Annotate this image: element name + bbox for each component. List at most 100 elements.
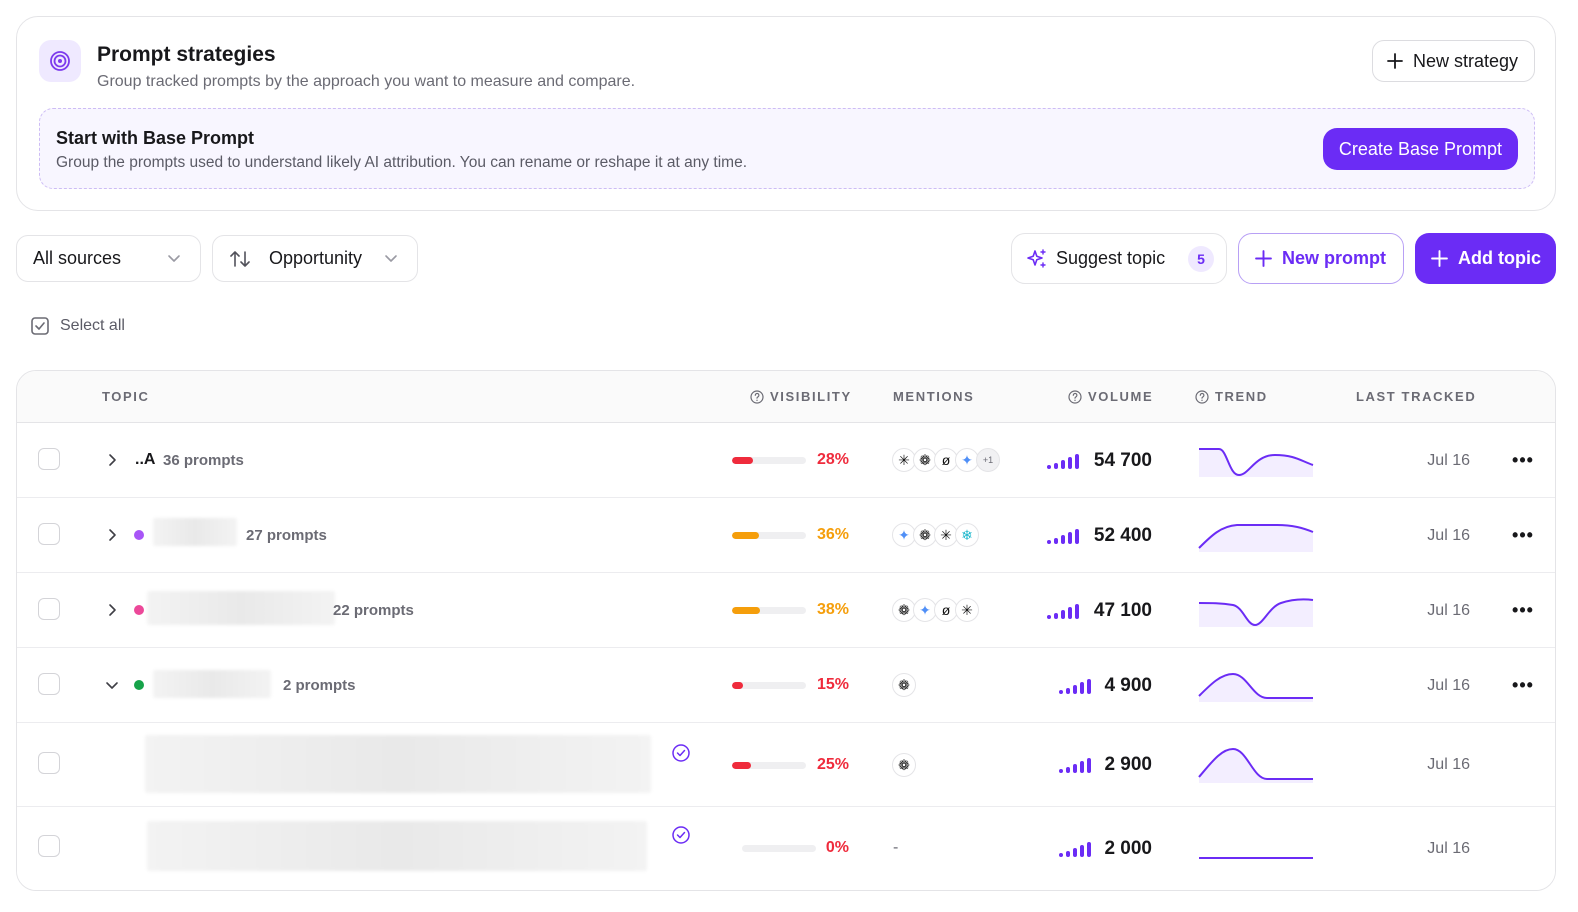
visibility-percent: 38%: [816, 601, 849, 618]
column-header-visibility[interactable]: VISIBILITY: [750, 389, 852, 404]
column-label: MENTIONS: [893, 389, 975, 404]
add-topic-button[interactable]: Add topic: [1415, 233, 1556, 284]
select-all-label: Select all: [60, 317, 125, 334]
visibility-bar: [742, 845, 816, 852]
column-header-mentions[interactable]: MENTIONS: [893, 389, 974, 404]
column-label: TOPIC: [102, 389, 150, 404]
more-horizontal-icon[interactable]: •••: [1512, 675, 1533, 695]
row-checkbox[interactable]: [38, 835, 60, 857]
more-horizontal-icon[interactable]: •••: [1512, 450, 1533, 470]
table-row[interactable]: 0% - 2 000 Jul 16: [17, 807, 1555, 890]
trend-sparkline: [1199, 448, 1314, 477]
visibility-bar: [732, 762, 806, 769]
redacted-topic-name: [147, 591, 335, 625]
topic-color-dot: [134, 605, 144, 615]
row-checkbox[interactable]: [38, 598, 60, 620]
table-row[interactable]: 25% ❁ 2 900 Jul 16: [17, 723, 1555, 807]
select-all-toggle[interactable]: Select all: [30, 316, 125, 336]
last-tracked-date: Jul 16: [1427, 527, 1470, 544]
chevron-down-icon: [168, 255, 180, 262]
column-header-last-tracked[interactable]: LAST TRACKED: [1356, 389, 1476, 404]
volume-signal-icon: [1047, 603, 1079, 619]
chevron-right-icon[interactable]: [103, 451, 121, 469]
perplexity-icon: ❄: [955, 523, 979, 547]
mentions-icons: ✦ ❁ ✳ ❄: [892, 523, 979, 547]
trend-sparkline: [1198, 747, 1313, 783]
visibility-percent: 28%: [816, 451, 849, 468]
row-checkbox[interactable]: [38, 448, 60, 470]
page-subtitle: Group tracked prompts by the approach yo…: [97, 73, 636, 90]
suggest-topic-button[interactable]: Suggest topic 5: [1011, 233, 1227, 284]
create-base-prompt-button[interactable]: Create Base Prompt: [1322, 128, 1518, 170]
mentions-empty: -: [893, 839, 899, 856]
mentions-icons: ❁ ✦ ø ✳: [892, 598, 979, 622]
topic-logo: ..A: [135, 451, 156, 468]
volume-value: 54 700: [1093, 450, 1152, 471]
openai-icon: ❁: [892, 673, 916, 697]
new-strategy-button[interactable]: New strategy: [1371, 40, 1535, 82]
chevron-right-icon[interactable]: [103, 526, 121, 544]
row-checkbox[interactable]: [38, 673, 60, 695]
visibility-bar-fill: [732, 762, 751, 769]
more-horizontal-icon[interactable]: •••: [1512, 525, 1533, 545]
volume-value: 52 400: [1093, 525, 1152, 546]
visibility-bar-fill: [732, 532, 759, 539]
sources-select-value: All sources: [33, 248, 122, 268]
sort-select-value: Opportunity: [269, 248, 363, 268]
row-checkbox[interactable]: [38, 752, 60, 774]
column-label: TREND: [1215, 389, 1268, 404]
topic-color-dot: [134, 530, 144, 540]
trend-sparkline: [1199, 857, 1313, 859]
volume-signal-icon: [1059, 678, 1091, 694]
base-prompt-title: Start with Base Prompt: [56, 128, 255, 148]
last-tracked-date: Jul 16: [1427, 677, 1470, 694]
volume-value: 47 100: [1093, 600, 1152, 621]
chevron-right-icon[interactable]: [103, 601, 121, 619]
table-row[interactable]: ..A 36 prompts 28% ✳ ❁ ø ✦ +1 54 700 Jul…: [17, 423, 1555, 498]
visibility-percent: 36%: [816, 526, 849, 543]
table-row[interactable]: 22 prompts 38% ❁ ✦ ø ✳ 47 100 Jul 16 •••: [17, 573, 1555, 648]
mentions-icons: ❁: [892, 753, 916, 777]
row-checkbox[interactable]: [38, 523, 60, 545]
visibility-percent: 0%: [825, 839, 849, 856]
column-header-volume[interactable]: VOLUME: [1068, 389, 1153, 404]
sort-arrows-icon: [230, 250, 250, 267]
page-title: Prompt strategies: [97, 43, 276, 66]
table-row[interactable]: 27 prompts 36% ✦ ❁ ✳ ❄ 52 400 Jul 16 •••: [17, 498, 1555, 573]
plus-icon: [1431, 250, 1448, 267]
column-header-trend[interactable]: TREND: [1195, 389, 1268, 404]
volume-value: 2 000: [1104, 838, 1152, 859]
column-header-topic[interactable]: TOPIC: [102, 389, 150, 404]
prompt-count: 36 prompts: [163, 452, 244, 469]
more-mentions-badge[interactable]: +1: [976, 448, 1000, 472]
last-tracked-date: Jul 16: [1427, 452, 1470, 469]
sources-select[interactable]: All sources: [16, 235, 201, 282]
visibility-bar: [732, 607, 806, 614]
help-circle-icon: [1068, 389, 1082, 404]
chevron-down-icon: [385, 255, 397, 262]
table-row[interactable]: 2 prompts 15% ❁ 4 900 Jul 16 •••: [17, 648, 1555, 723]
plus-icon: [1255, 250, 1272, 267]
suggest-topic-label: Suggest topic: [1056, 248, 1166, 268]
trend-sparkline: [1198, 524, 1314, 552]
last-tracked-date: Jul 16: [1427, 840, 1470, 857]
plus-icon: [1387, 53, 1403, 69]
volume-value: 2 900: [1104, 754, 1152, 775]
chevron-down-icon[interactable]: [103, 676, 121, 694]
new-prompt-label: New prompt: [1282, 248, 1387, 268]
help-circle-icon: [750, 389, 764, 404]
prompt-count: 22 prompts: [333, 602, 414, 619]
openai-icon: ❁: [892, 753, 916, 777]
volume-signal-icon: [1059, 757, 1091, 773]
help-circle-icon: [1195, 389, 1209, 404]
visibility-bar-fill: [732, 682, 744, 689]
sort-select[interactable]: Opportunity: [212, 235, 418, 282]
new-prompt-button[interactable]: New prompt: [1238, 233, 1404, 284]
mentions-icons: ❁: [892, 673, 916, 697]
new-strategy-label: New strategy: [1412, 50, 1518, 71]
redacted-prompt-text: [147, 821, 647, 871]
last-tracked-date: Jul 16: [1427, 756, 1470, 773]
claude-icon: ✳: [955, 598, 979, 622]
more-horizontal-icon[interactable]: •••: [1512, 600, 1533, 620]
table-header: TOPIC VISIBILITY MENTIONS VOLUME TREND L…: [17, 371, 1555, 423]
